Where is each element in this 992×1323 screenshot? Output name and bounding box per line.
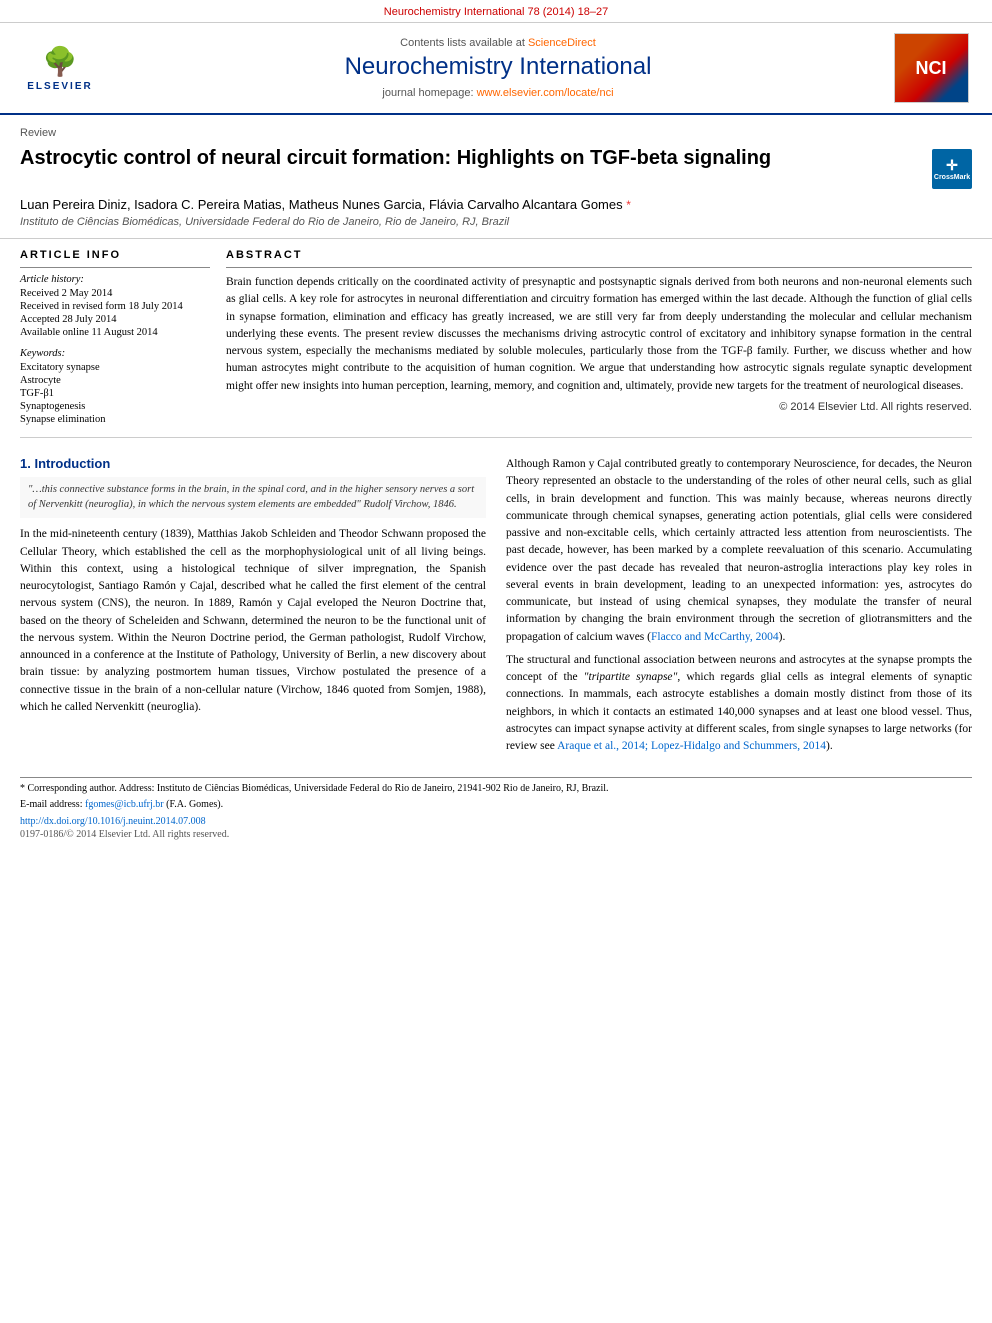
received-revised-date: Received in revised form 18 July 2014 bbox=[20, 301, 210, 312]
authors-text: Luan Pereira Diniz, Isadora C. Pereira M… bbox=[20, 197, 623, 212]
article-title-row: Astrocytic control of neural circuit for… bbox=[20, 145, 972, 189]
journal-bar: Neurochemistry International 78 (2014) 1… bbox=[0, 0, 992, 23]
abstract-text: Brain function depends critically on the… bbox=[226, 274, 972, 395]
available-date: Available online 11 August 2014 bbox=[20, 327, 210, 338]
keyword-5: Synapse elimination bbox=[20, 414, 210, 425]
page-wrapper: Neurochemistry International 78 (2014) 1… bbox=[0, 0, 992, 1323]
homepage-line: journal homepage: www.elsevier.com/locat… bbox=[130, 87, 866, 99]
header-center: Contents lists available at ScienceDirec… bbox=[110, 33, 886, 103]
contents-line: Contents lists available at ScienceDirec… bbox=[130, 37, 866, 49]
science-direct-link[interactable]: ScienceDirect bbox=[528, 37, 596, 49]
homepage-link[interactable]: www.elsevier.com/locate/nci bbox=[477, 87, 614, 99]
journal-title: Neurochemistry International bbox=[130, 53, 866, 81]
intro-right-col: Although Ramon y Cajal contributed great… bbox=[506, 456, 972, 761]
crossmark-badge: ✛ CrossMark bbox=[932, 149, 972, 189]
araque-link[interactable]: Araque et al., 2014; Lopez-Hidalgo and S… bbox=[557, 740, 826, 752]
review-close: ). bbox=[826, 740, 833, 752]
corresponding-symbol: * bbox=[626, 198, 631, 212]
contents-text: Contents lists available at bbox=[400, 37, 525, 49]
crossmark-label: CrossMark bbox=[934, 174, 970, 181]
tripartite-term: "tripartite synapse" bbox=[584, 671, 678, 683]
section-divider bbox=[20, 437, 972, 438]
keyword-4: Synaptogenesis bbox=[20, 401, 210, 412]
abstract-block: Brain function depends critically on the… bbox=[226, 267, 972, 413]
affiliation-line: Instituto de Ciências Biomédicas, Univer… bbox=[20, 216, 972, 228]
right-para1-close: ). bbox=[779, 631, 786, 643]
issn-line: 0197-0186/© 2014 Elsevier Ltd. All right… bbox=[20, 829, 972, 840]
footnote-section: * Corresponding author. Address: Institu… bbox=[20, 777, 972, 840]
article-section: Review Astrocytic control of neural circ… bbox=[0, 115, 992, 239]
copyright-line: © 2014 Elsevier Ltd. All rights reserved… bbox=[226, 401, 972, 413]
keyword-1: Excitatory synapse bbox=[20, 362, 210, 373]
keywords-section: Keywords: Excitatory synapse Astrocyte T… bbox=[20, 348, 210, 425]
journal-citation: Neurochemistry International 78 (2014) 1… bbox=[384, 6, 608, 18]
keywords-label: Keywords: bbox=[20, 348, 210, 359]
nci-text: NCI bbox=[916, 58, 947, 79]
intro-right-paragraph-1: Although Ramon y Cajal contributed great… bbox=[506, 456, 972, 646]
flacco-link[interactable]: Flacco and McCarthy, 2004 bbox=[651, 631, 779, 643]
intro-left-col: 1. Introduction "…this connective substa… bbox=[20, 456, 486, 761]
crossmark-cross: ✛ bbox=[934, 157, 970, 174]
keyword-3: TGF-β1 bbox=[20, 388, 210, 399]
nci-logo-block: NCI bbox=[886, 33, 976, 103]
article-title: Astrocytic control of neural circuit for… bbox=[20, 145, 922, 171]
authors-line: Luan Pereira Diniz, Isadora C. Pereira M… bbox=[20, 197, 972, 212]
homepage-text-prefix: journal homepage: bbox=[382, 87, 476, 99]
intro-paragraph-1: In the mid-nineteenth century (1839), Ma… bbox=[20, 526, 486, 716]
email-link[interactable]: fgomes@icb.ufrj.br bbox=[85, 799, 164, 810]
abstract-header: ABSTRACT bbox=[226, 249, 972, 261]
email-line: E-mail address: fgomes@icb.ufrj.br (F.A.… bbox=[20, 798, 972, 812]
history-label: Article history: bbox=[20, 274, 210, 285]
elsevier-logo: 🌳 ELSEVIER bbox=[20, 41, 100, 96]
review-label: Review bbox=[20, 127, 972, 139]
article-info-col: ARTICLE INFO Article history: Received 2… bbox=[20, 249, 210, 427]
intro-right-paragraph-2: The structural and functional associatio… bbox=[506, 652, 972, 756]
keyword-2: Astrocyte bbox=[20, 375, 210, 386]
intro-quote: "…this connective substance forms in the… bbox=[20, 477, 486, 518]
intro-section: 1. Introduction "…this connective substa… bbox=[0, 448, 992, 771]
corresponding-note: * Corresponding author. Address: Institu… bbox=[20, 782, 972, 796]
elsevier-wordmark: ELSEVIER bbox=[27, 81, 92, 92]
intro-heading: 1. Introduction bbox=[20, 456, 486, 471]
nci-logo: NCI bbox=[894, 33, 969, 103]
email-label: E-mail address: bbox=[20, 799, 82, 810]
email-suffix: (F.A. Gomes). bbox=[166, 799, 223, 810]
article-info-header: ARTICLE INFO bbox=[20, 249, 210, 261]
accepted-date: Accepted 28 July 2014 bbox=[20, 314, 210, 325]
elsevier-tree-icon: 🌳 bbox=[43, 45, 78, 79]
article-info-block: Article history: Received 2 May 2014 Rec… bbox=[20, 267, 210, 425]
doi-line[interactable]: http://dx.doi.org/10.1016/j.neuint.2014.… bbox=[20, 816, 972, 827]
header-section: 🌳 ELSEVIER Contents lists available at S… bbox=[0, 23, 992, 115]
info-abstract-columns: ARTICLE INFO Article history: Received 2… bbox=[0, 239, 992, 427]
right-para1-text: Although Ramon y Cajal contributed great… bbox=[506, 458, 972, 643]
abstract-col: ABSTRACT Brain function depends critical… bbox=[226, 249, 972, 427]
received-date: Received 2 May 2014 bbox=[20, 288, 210, 299]
elsevier-logo-block: 🌳 ELSEVIER bbox=[10, 33, 110, 103]
